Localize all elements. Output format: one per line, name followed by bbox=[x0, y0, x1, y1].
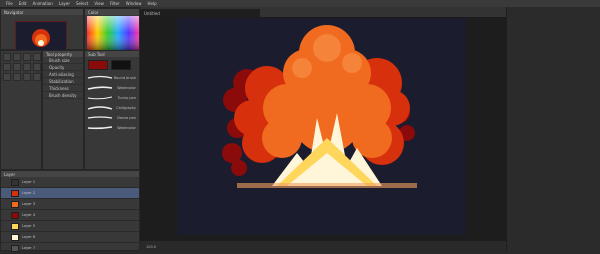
menu-item-animation[interactable]: Animation bbox=[32, 1, 52, 6]
property-row[interactable]: Opacity bbox=[43, 64, 83, 71]
sub-tool-panel: Sub Tool Round brush Watercolor Turnip p… bbox=[84, 50, 140, 170]
layer-name: Layer 6 bbox=[22, 235, 36, 239]
brush-label: Calligraphy bbox=[116, 106, 136, 110]
tool-text-icon[interactable] bbox=[23, 73, 31, 81]
navigator-panel: Navigator bbox=[0, 8, 84, 51]
property-row[interactable]: Thickness bbox=[43, 85, 83, 92]
brush-stroke-preview bbox=[87, 106, 113, 110]
layer-thumbnail bbox=[11, 244, 19, 252]
menu-item-select[interactable]: Select bbox=[76, 1, 88, 6]
tool-pencil-icon[interactable] bbox=[13, 63, 21, 71]
layer-name: Layer 5 bbox=[22, 224, 36, 228]
property-label: Brush size bbox=[49, 57, 70, 63]
menu-item-layer[interactable]: Layer bbox=[59, 1, 70, 6]
layer-thumbnail bbox=[11, 211, 19, 219]
property-label: Stabilization bbox=[49, 78, 74, 84]
tool-eraser-icon[interactable] bbox=[33, 63, 41, 71]
brush-item[interactable]: Turnip pen bbox=[85, 93, 139, 103]
property-label: Brush density bbox=[49, 92, 77, 98]
layer-row[interactable]: Layer 1 bbox=[1, 177, 139, 188]
tool-figure-icon[interactable] bbox=[33, 73, 41, 81]
layer-name: Layer 7 bbox=[22, 246, 36, 250]
explosion-illustration bbox=[222, 25, 417, 188]
brush-stroke-preview bbox=[87, 75, 113, 79]
status-bar: 100.0 bbox=[140, 240, 506, 252]
tool-property-title: Tool property bbox=[46, 51, 73, 57]
property-label: Thickness bbox=[49, 85, 69, 91]
brush-stroke-preview bbox=[87, 116, 113, 119]
menu-item-view[interactable]: View bbox=[94, 1, 104, 6]
brush-stroke-preview bbox=[87, 96, 113, 100]
tool-move-icon[interactable] bbox=[3, 53, 11, 61]
brush-label: Watercolor bbox=[117, 86, 136, 90]
layer-thumbnail bbox=[11, 200, 19, 208]
tool-panel bbox=[0, 50, 42, 170]
layer-row[interactable]: Layer 5 bbox=[1, 221, 139, 232]
layer-name: Layer 2 bbox=[22, 191, 36, 195]
tool-eyedropper-icon[interactable] bbox=[33, 53, 41, 61]
brush-stroke-preview bbox=[87, 126, 113, 130]
property-row[interactable]: Brush size bbox=[43, 57, 83, 64]
layer-row[interactable]: Layer 7 bbox=[1, 243, 139, 254]
brush-label: Watercolor bbox=[117, 126, 136, 130]
property-label: Anti-aliasing bbox=[49, 71, 74, 77]
menu-item-edit[interactable]: Edit bbox=[19, 1, 27, 6]
tool-gradient-icon[interactable] bbox=[13, 73, 21, 81]
right-panel bbox=[506, 7, 600, 251]
tool-grid bbox=[1, 51, 41, 83]
zoom-readout[interactable]: 100.0 bbox=[146, 245, 156, 249]
layer-row[interactable]: Layer 3 bbox=[1, 199, 139, 210]
layer-row[interactable]: Layer 6 bbox=[1, 232, 139, 243]
navigator-title-bar: Navigator bbox=[1, 9, 83, 15]
canvas-tab-label: Untitled bbox=[144, 10, 160, 16]
brush-item[interactable]: Dense pen bbox=[85, 113, 139, 123]
layer-panel: Layer Layer 1 Layer 2 Layer 3 Layer 4 La… bbox=[0, 170, 140, 254]
brush-stroke-preview bbox=[87, 86, 113, 90]
brush-label: Dense pen bbox=[117, 116, 136, 120]
layer-thumbnail bbox=[11, 178, 19, 186]
layer-name: Layer 4 bbox=[22, 213, 36, 217]
brush-label: Turnip pen bbox=[117, 96, 136, 100]
tool-selection-icon[interactable] bbox=[23, 53, 31, 61]
sub-color-swatch[interactable] bbox=[111, 60, 131, 70]
brush-item[interactable]: Watercolor bbox=[85, 83, 139, 93]
menu-item-filter[interactable]: Filter bbox=[110, 1, 120, 6]
main-color-swatch[interactable] bbox=[88, 60, 108, 70]
sub-tool-title: Sub Tool bbox=[88, 51, 105, 57]
artwork-canvas[interactable] bbox=[177, 18, 466, 235]
brush-item[interactable]: Calligraphy bbox=[85, 103, 139, 113]
menu-item-help[interactable]: Help bbox=[148, 1, 157, 6]
color-palette-grid[interactable] bbox=[87, 16, 139, 50]
brush-item[interactable]: Round brush bbox=[85, 73, 139, 83]
layer-title: Layer bbox=[4, 171, 16, 177]
navigator-title: Navigator bbox=[4, 9, 24, 15]
property-row[interactable]: Stabilization bbox=[43, 78, 83, 85]
brush-label: Round brush bbox=[113, 76, 136, 80]
menu-item-window[interactable]: Window bbox=[126, 1, 142, 6]
sub-tool-colors bbox=[85, 57, 139, 73]
property-row[interactable]: Brush density bbox=[43, 92, 83, 99]
menu-item-file[interactable]: File bbox=[6, 1, 13, 6]
tool-zoom-icon[interactable] bbox=[13, 53, 21, 61]
color-title-bar: Color bbox=[85, 9, 139, 15]
layer-row[interactable]: Layer 4 bbox=[1, 210, 139, 221]
navigator-preview bbox=[32, 29, 50, 47]
property-label: Opacity bbox=[49, 64, 65, 70]
tool-fill-icon[interactable] bbox=[3, 73, 11, 81]
property-row[interactable]: Anti-aliasing bbox=[43, 71, 83, 78]
layer-thumbnail bbox=[11, 222, 19, 230]
layer-name: Layer 1 bbox=[22, 180, 36, 184]
tool-pen-icon[interactable] bbox=[3, 63, 11, 71]
layer-row[interactable]: Layer 2 bbox=[1, 188, 139, 199]
canvas-tab[interactable]: Untitled bbox=[140, 9, 260, 17]
brush-item[interactable]: Watercolor bbox=[85, 123, 139, 133]
color-panel: Color bbox=[84, 8, 140, 50]
layer-thumbnail bbox=[11, 233, 19, 241]
tool-brush-icon[interactable] bbox=[23, 63, 31, 71]
layer-name: Layer 3 bbox=[22, 202, 36, 206]
tool-property-panel: Tool property Brush size Opacity Anti-al… bbox=[42, 50, 84, 170]
color-title: Color bbox=[88, 9, 99, 15]
navigator-thumbnail[interactable] bbox=[15, 21, 67, 51]
layer-thumbnail bbox=[11, 189, 19, 197]
